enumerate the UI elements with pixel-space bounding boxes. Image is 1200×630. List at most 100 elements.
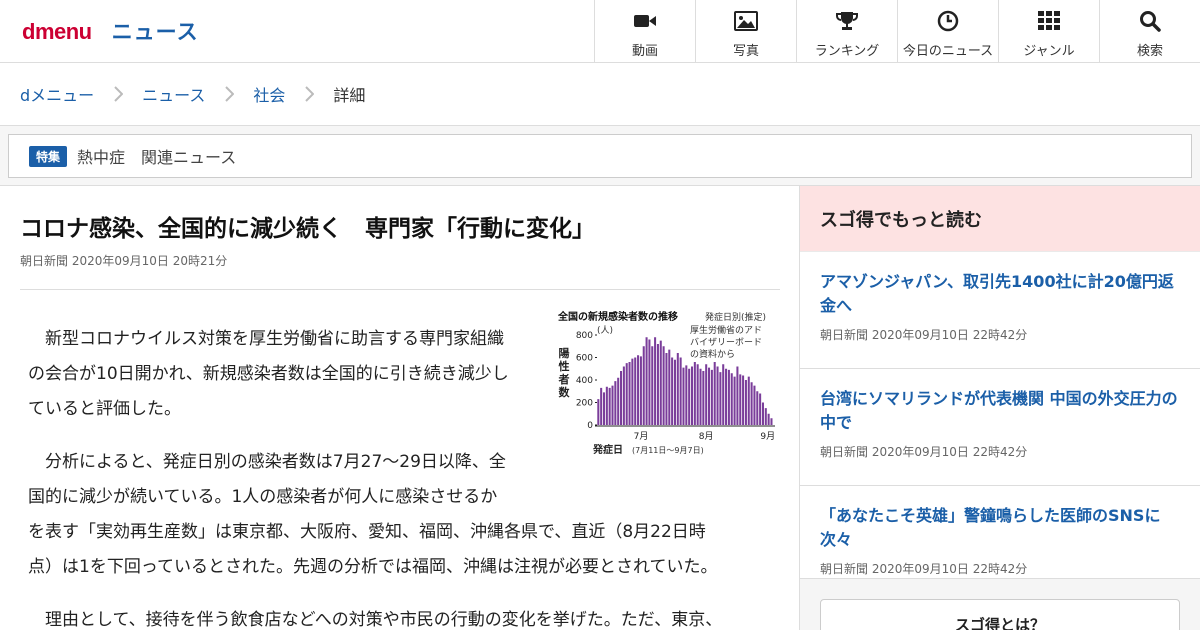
chart-bar — [605, 386, 608, 425]
y-axis-label: 性 — [559, 359, 570, 373]
y-axis-label: 者 — [558, 372, 570, 386]
divider — [20, 289, 780, 290]
chart-bar — [611, 385, 614, 426]
grid-icon — [1038, 10, 1060, 32]
chart-bar — [671, 357, 674, 425]
chart-bar — [651, 346, 654, 425]
photo-icon — [734, 10, 758, 32]
related-article[interactable]: 「あなたこそ英雄」警鐘鳴らした医師のSNSに次々 朝日新聞 2020年09月10… — [800, 486, 1200, 579]
chart-bar — [722, 364, 725, 425]
logo[interactable]: dmenu ニュース — [22, 16, 199, 46]
article-figure[interactable]: 全国の新規感染者数の推移 発症日別(推定) 厚生労働省のアド バイザリーボード … — [553, 308, 781, 468]
article-paragraph: 新型コロナウイルス対策を厚生労働省に助言する専門家組織 の会合が10日開かれ、新… — [28, 322, 509, 427]
chart-bar — [637, 355, 640, 425]
text-line: を表す「実効再生産数」は東京都、大阪府、愛知、福岡、沖縄各県で、直近（8月22日… — [28, 522, 706, 542]
nav-genre[interactable]: ジャンル — [998, 0, 1099, 63]
chart-title: 全国の新規感染者数の推移 — [557, 310, 678, 323]
infection-chart: 全国の新規感染者数の推移 発症日別(推定) 厚生労働省のアド バイザリーボード … — [557, 310, 775, 456]
chart-bar — [634, 357, 637, 425]
chart-bar — [716, 366, 719, 425]
feature-text[interactable]: 熱中症 関連ニュース — [77, 144, 236, 168]
chart-bar — [702, 371, 705, 425]
chart-bar — [679, 357, 682, 425]
nav-label: 検索 — [1136, 44, 1163, 59]
related-article-title[interactable]: 「あなたこそ英雄」警鐘鳴らした医師のSNSに次々 — [820, 504, 1180, 552]
breadcrumb-society[interactable]: 社会 — [253, 82, 285, 106]
x-tick-label: 9月 — [760, 431, 775, 442]
text-line: ていると評価した。 — [28, 399, 181, 419]
x-tick-label: 8月 — [699, 431, 714, 442]
chart-bar — [767, 413, 770, 425]
clock-icon — [937, 10, 959, 32]
chart-bar — [673, 359, 676, 425]
chart-bar — [759, 393, 762, 425]
chart-bar — [761, 402, 764, 425]
y-axis-label: 陽 — [559, 346, 570, 360]
chart-bar — [608, 387, 611, 426]
text-line: 理由として、接待を伴う飲食店などへの対策や市民の行動の変化を挙げた。ただ、東京、 — [45, 610, 723, 630]
chart-note: の資料から — [690, 348, 735, 360]
site-header: dmenu ニュース 動画 写真 ランキング 今日のニュース ジャンル 検索 — [0, 0, 1200, 63]
related-article-meta: 朝日新聞 2020年09月10日 22時42分 — [820, 328, 1028, 342]
section-title[interactable]: ニュース — [112, 16, 199, 46]
chart-bar — [600, 387, 603, 426]
related-article-title[interactable]: 台湾にソマリランドが代表機関 中国の外交圧力の中で — [820, 387, 1180, 435]
chart-bar — [639, 356, 642, 426]
nav-ranking[interactable]: ランキング — [796, 0, 897, 63]
y-tick-label: 0 — [587, 421, 593, 431]
nav-label: 今日のニュース — [902, 44, 994, 59]
chart-bar — [705, 364, 708, 425]
chart-bar — [662, 346, 665, 425]
feature-link[interactable]: 特集 熱中症 関連ニュース — [8, 134, 1192, 178]
dmenu-logo[interactable]: dmenu — [22, 19, 92, 45]
about-sugotoku-button[interactable]: スゴ得とは？ — [820, 599, 1180, 630]
chart-bar — [725, 368, 728, 425]
y-tick-label: 800 — [576, 331, 593, 341]
chart-bar — [708, 367, 711, 425]
related-article-title[interactable]: アマゾンジャパン、取引先1400社に計20億円返金へ — [820, 270, 1180, 318]
chart-bar — [750, 382, 753, 425]
chart-bar — [756, 391, 759, 425]
breadcrumb-news[interactable]: ニュース — [142, 82, 205, 106]
chart-bar — [645, 337, 648, 425]
chart-bar — [688, 368, 691, 425]
nav-today[interactable]: 今日のニュース — [897, 0, 998, 63]
chart-bar — [727, 369, 730, 425]
chart-bar — [617, 377, 620, 425]
chart-bar — [742, 375, 745, 425]
nav-label: ランキング — [814, 44, 880, 59]
chart-bar — [736, 366, 739, 425]
nav-photo[interactable]: 写真 — [695, 0, 796, 63]
chart-bar — [693, 362, 696, 425]
chart-bar — [656, 344, 659, 425]
chart-bar — [710, 369, 713, 425]
related-article-meta: 朝日新聞 2020年09月10日 22時42分 — [820, 445, 1028, 459]
nav-search[interactable]: 検索 — [1099, 0, 1200, 63]
chart-bar — [747, 376, 750, 426]
related-article[interactable]: アマゾンジャパン、取引先1400社に計20億円返金へ 朝日新聞 2020年09月… — [800, 252, 1200, 369]
y-tick-label: 200 — [576, 399, 593, 409]
nav-video[interactable]: 動画 — [594, 0, 695, 63]
y-tick-label: 600 — [576, 354, 593, 364]
sidebar: スゴ得でもっと読む アマゾンジャパン、取引先1400社に計20億円返金へ 朝日新… — [799, 186, 1200, 630]
text-line: の会合が10日開かれ、新規感染者数は全国的に引き続き減少し — [28, 364, 509, 384]
chart-bar — [614, 381, 617, 426]
global-nav: 動画 写真 ランキング 今日のニュース ジャンル 検索 — [594, 0, 1200, 63]
sidebar-header: スゴ得でもっと読む — [800, 186, 1200, 252]
text-line: 点）は1を下回っているとされた。先週の分析では福岡、沖縄は注視が必要とされていた… — [28, 557, 718, 577]
chart-bar — [682, 367, 685, 425]
chart-bar — [620, 371, 623, 425]
chart-bar — [597, 399, 600, 426]
video-camera-icon — [633, 10, 657, 32]
related-article[interactable]: 台湾にソマリランドが代表機関 中国の外交圧力の中で 朝日新聞 2020年09月1… — [800, 369, 1200, 486]
text-line: 新型コロナウイルス対策を厚生労働省に助言する専門家組織 — [45, 329, 504, 349]
breadcrumb-dmenu[interactable]: dメニュー — [20, 82, 94, 106]
chart-bar — [625, 363, 628, 426]
chart-bar — [642, 346, 645, 425]
chart-bar — [628, 362, 631, 425]
chart-bar — [654, 337, 657, 425]
chart-bar — [602, 392, 606, 426]
chart-bar — [631, 358, 634, 426]
feature-badge: 特集 — [29, 145, 68, 167]
chart-bar — [699, 368, 702, 425]
